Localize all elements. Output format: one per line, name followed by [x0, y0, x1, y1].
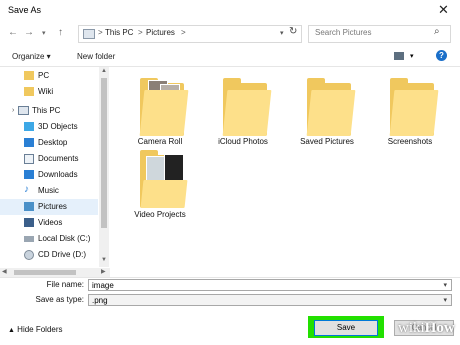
save-button[interactable]: Save	[314, 320, 378, 336]
sidebar-item-label: Documents	[38, 154, 79, 163]
folder-video-projects[interactable]	[140, 150, 188, 208]
desktop-icon	[24, 138, 34, 147]
breadcrumb-this-pc[interactable]: This PC	[105, 28, 133, 37]
chevron-right-icon: >	[138, 28, 143, 37]
form-divider	[0, 277, 460, 278]
sidebar-item-label: CD Drive (D:)	[38, 250, 86, 259]
sidebar-item-videos[interactable]: Videos	[0, 215, 98, 231]
folder-icon	[24, 71, 34, 80]
documents-icon	[24, 154, 34, 164]
organize-button[interactable]: Organize ▾	[12, 52, 51, 61]
folder-front	[222, 90, 272, 136]
scroll-left-icon[interactable]: ◀	[2, 268, 7, 275]
hide-folders-label: Hide Folders	[17, 325, 63, 334]
sidebar-item-pc[interactable]: PC	[0, 68, 98, 84]
sidebar-item-pictures[interactable]: Pictures	[0, 199, 98, 215]
sidebar-item-downloads[interactable]: Downloads	[0, 167, 98, 183]
window-title: Save As	[8, 5, 42, 15]
close-icon[interactable]: ✕	[438, 2, 449, 18]
chevron-down-icon[interactable]: ▾	[443, 295, 447, 306]
sidebar-item-label: Desktop	[38, 138, 68, 147]
folder-label[interactable]: Video Projects	[115, 210, 205, 219]
sidebar-item-label: PC	[38, 71, 50, 80]
download-icon	[24, 170, 34, 179]
hide-folders-toggle[interactable]: ▲ Hide Folders	[8, 325, 63, 334]
chevron-right-icon: >	[181, 28, 186, 37]
search-icon[interactable]: ⌕	[434, 26, 440, 37]
folder-label[interactable]: Saved Pictures	[282, 137, 372, 146]
folder-label[interactable]: Screenshots	[365, 137, 455, 146]
folder-front	[140, 180, 188, 208]
folder-saved-pictures[interactable]	[306, 78, 356, 136]
save-type-label: Save as type:	[35, 295, 84, 304]
sidebar-item-label: Music	[38, 186, 59, 195]
refresh-icon[interactable]: ↻	[289, 26, 297, 37]
horizontal-scroll-thumb[interactable]	[14, 270, 76, 275]
back-icon[interactable]: ←	[8, 27, 18, 38]
sidebar-item-label: 3D Objects	[38, 122, 78, 131]
chevron-up-icon: ▲	[8, 327, 15, 334]
save-type-select[interactable]: .png ▾	[88, 294, 452, 306]
file-name-label: File name:	[46, 280, 84, 289]
recent-chevron-icon[interactable]: ▾	[42, 29, 46, 37]
sidebar-item-wiki[interactable]: Wiki	[0, 84, 98, 100]
videos-icon	[24, 218, 34, 227]
view-dropdown-icon[interactable]: ▾	[410, 52, 414, 60]
watermark-how: How	[424, 320, 455, 336]
folder-icon	[24, 87, 34, 96]
folder-front	[139, 90, 189, 136]
disk-icon	[24, 236, 34, 242]
sidebar-item-label: Local Disk (C:)	[38, 234, 91, 243]
computer-icon	[18, 106, 29, 115]
chevron-right-icon: >	[98, 28, 103, 37]
address-dropdown-icon[interactable]: ▾	[280, 29, 284, 37]
help-icon[interactable]: ?	[436, 50, 447, 61]
sidebar-item-desktop[interactable]: Desktop	[0, 135, 98, 151]
folder-camera-roll[interactable]	[139, 78, 189, 136]
music-icon: ♪	[24, 184, 29, 195]
sidebar-item-label: Wiki	[38, 87, 54, 96]
sidebar-item-label: Videos	[38, 218, 63, 227]
sidebar-item-label: This PC	[32, 106, 61, 115]
pc-address-icon	[83, 29, 95, 39]
forward-icon[interactable]: →	[24, 27, 34, 38]
title-bar	[0, 0, 460, 20]
sidebar-item-local-disk[interactable]: Local Disk (C:)	[0, 231, 98, 247]
sidebar-item-label: Downloads	[38, 170, 78, 179]
search-placeholder: Search Pictures	[315, 28, 372, 37]
pictures-icon	[24, 202, 34, 211]
folder-front	[389, 90, 439, 136]
folder-screenshots[interactable]	[389, 78, 439, 136]
folder-front	[306, 90, 356, 136]
sidebar-item-documents[interactable]: Documents	[0, 151, 98, 167]
save-type-value: .png	[92, 296, 108, 305]
breadcrumb-pictures[interactable]: Pictures	[146, 28, 175, 37]
sidebar-item-music[interactable]: ♪ Music	[0, 183, 98, 199]
sidebar-item-cd-drive[interactable]: CD Drive (D:)	[0, 247, 98, 263]
wikihow-watermark: wikiHow	[398, 320, 455, 337]
sidebar-scroll-thumb[interactable]	[101, 78, 107, 228]
file-name-value: image	[92, 281, 114, 290]
view-options-icon[interactable]	[394, 52, 404, 60]
new-folder-button[interactable]: New folder	[77, 52, 115, 61]
folder-label[interactable]: Camera Roll	[115, 137, 205, 146]
expand-chevron-icon[interactable]: ›	[12, 107, 14, 114]
scroll-right-icon[interactable]: ▶	[101, 268, 106, 275]
folder-icloud-photos[interactable]	[222, 78, 272, 136]
file-name-input[interactable]: image ▾	[88, 279, 452, 291]
sidebar-item-label: Pictures	[38, 202, 67, 211]
sidebar-item-this-pc[interactable]: This PC	[0, 103, 98, 119]
up-icon[interactable]: ↑	[58, 27, 63, 38]
sidebar-item-3d-objects[interactable]: 3D Objects	[0, 119, 98, 135]
folder-label[interactable]: iCloud Photos	[198, 137, 288, 146]
chevron-down-icon[interactable]: ▾	[443, 280, 447, 291]
scroll-up-icon[interactable]: ▲	[101, 68, 107, 74]
watermark-wiki: wiki	[398, 320, 425, 336]
cube-icon	[24, 122, 34, 131]
cd-icon	[24, 250, 34, 260]
scroll-down-icon[interactable]: ▼	[101, 257, 107, 263]
